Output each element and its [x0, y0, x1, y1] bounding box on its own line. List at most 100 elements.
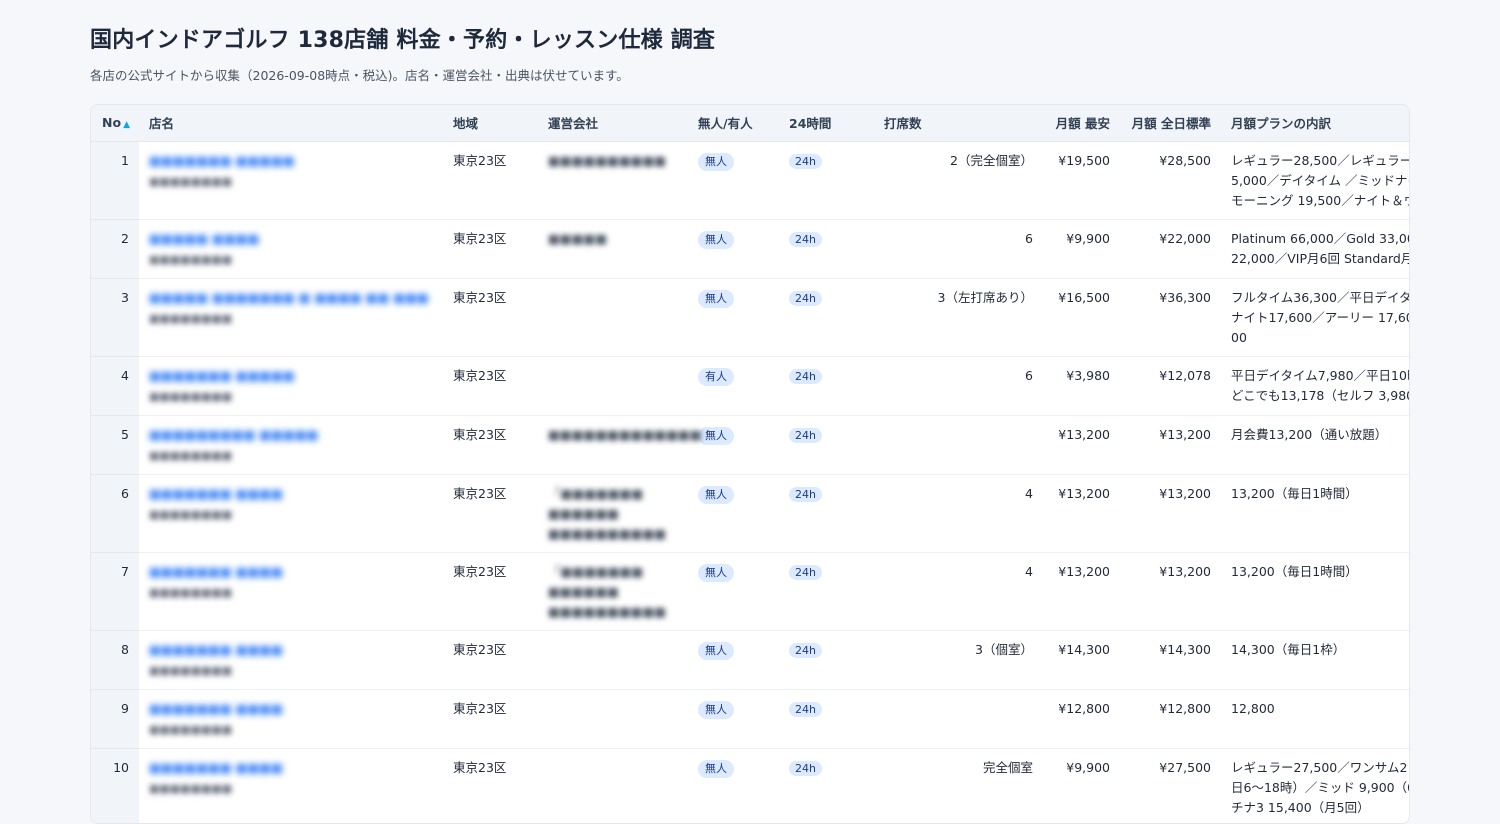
cell-area: 東京23区 [443, 415, 538, 475]
column-header-min-price[interactable]: 月額 最安 [1043, 105, 1120, 142]
cell-std-price: ¥14,300 [1120, 630, 1221, 690]
column-header-staff[interactable]: 無人/有人 [688, 105, 779, 142]
table-row[interactable]: 3 ■■■■■ ■■■■■■■ ■ ■■■■ ■■ ■■■ ■■■■■■■■ 東… [91, 278, 1409, 357]
cell-bays: 4 [874, 552, 1043, 631]
table-row[interactable]: 7 ■■■■■■■ ■■■■ ■■■■■■■■ 東京23区 「■■■■■■■ ■… [91, 552, 1409, 631]
cell-no: 8 [91, 630, 139, 690]
column-header-no[interactable]: No ▲ [91, 105, 139, 142]
cell-min-price: ¥14,300 [1043, 630, 1120, 690]
cell-std-price: ¥12,800 [1120, 689, 1221, 749]
table-row[interactable]: 1 ■■■■■■■ ■■■■■ ■■■■■■■■ 東京23区 ■■■■■■■■■… [91, 141, 1409, 220]
staff-badge: 無人 [698, 289, 734, 308]
cell-plans: フルタイム36,300／平日デイタイム ／ミッドナイト17,600／アーリー 1… [1221, 278, 1409, 357]
cell-hours: 24h [779, 356, 874, 416]
cell-bays: 完全個室 [874, 748, 1043, 823]
shop-name-link[interactable]: ■■■■■ ■■■■ [149, 229, 433, 249]
table-header-row: No ▲ 店名 地域 運営会社 無人/有人 24時間 打席数 月額 最安 月額 全… [91, 105, 1409, 142]
cell-operator: 「■■■■■■■ ■■■■■■ ■■■■■■■■■■ [538, 552, 688, 631]
operator-name: 「■■■■■■■ ■■■■■■ [548, 485, 644, 521]
cell-bays [874, 415, 1043, 475]
table-row[interactable]: 2 ■■■■■ ■■■■ ■■■■■■■■ 東京23区 ■■■■■ 無人 24h… [91, 219, 1409, 279]
shop-name-link[interactable]: ■■■■■■■ ■■■■ [149, 758, 433, 778]
cell-bays: 3（個室） [874, 630, 1043, 690]
column-header-plans[interactable]: 月額プランの内訳 [1221, 105, 1409, 142]
shop-subtext: ■■■■■■■■ [149, 252, 233, 266]
staff-badge: 無人 [698, 426, 734, 445]
cell-hours: 24h [779, 474, 874, 553]
column-header-no-label: No [102, 115, 122, 131]
shop-name-link[interactable]: ■■■■■■■ ■■■■ [149, 484, 433, 504]
shop-name-link[interactable]: ■■■■■■■ ■■■■ [149, 699, 433, 719]
shop-name-link[interactable]: ■■■■■■■ ■■■■■ [149, 366, 433, 386]
table-row[interactable]: 8 ■■■■■■■ ■■■■ ■■■■■■■■ 東京23区 無人 24h 3（個… [91, 630, 1409, 690]
cell-hours: 24h [779, 748, 874, 823]
shop-subtext: ■■■■■■■■ [149, 585, 233, 599]
page-title: 国内インドアゴルフ 138店舗 料金・予約・レッスン仕様 調査 [90, 28, 716, 53]
cell-plans: 平日デイタイム7,980／平日10時〜 12,078／どこでも13,178（セル… [1221, 356, 1409, 416]
cell-staff: 無人 [688, 415, 779, 475]
cell-hours: 24h [779, 415, 874, 475]
cell-staff: 無人 [688, 141, 779, 220]
cell-no: 9 [91, 689, 139, 749]
cell-operator [538, 748, 688, 823]
staff-badge: 無人 [698, 230, 734, 249]
operator-name: ■■■■■■■■■■■■■ [548, 426, 702, 442]
cell-std-price: ¥12,078 [1120, 356, 1221, 416]
shop-name-link[interactable]: ■■■■■ ■■■■■■■ ■ ■■■■ ■■ ■■■ [149, 288, 433, 308]
operator-name: 「■■■■■■■ ■■■■■■ [548, 563, 644, 599]
cell-min-price: ¥9,900 [1043, 219, 1120, 279]
hours-badge: 24h [789, 486, 822, 502]
cell-std-price: ¥28,500 [1120, 141, 1221, 220]
cell-name: ■■■■■■■ ■■■■ ■■■■■■■■ [139, 552, 443, 631]
cell-staff: 無人 [688, 689, 779, 749]
hours-badge: 24h [789, 427, 822, 443]
table-row[interactable]: 9 ■■■■■■■ ■■■■ ■■■■■■■■ 東京23区 無人 24h ¥12… [91, 689, 1409, 749]
staff-badge: 無人 [698, 759, 734, 778]
survey-table-container[interactable]: No ▲ 店名 地域 運営会社 無人/有人 24時間 打席数 月額 最安 月額 全… [90, 104, 1410, 824]
cell-area: 東京23区 [443, 474, 538, 553]
hours-badge: 24h [789, 290, 822, 306]
cell-area: 東京23区 [443, 689, 538, 749]
shop-name-link[interactable]: ■■■■■■■ ■■■■■ [149, 151, 433, 171]
cell-min-price: ¥3,980 [1043, 356, 1120, 416]
cell-min-price: ¥19,500 [1043, 141, 1120, 220]
cell-name: ■■■■■■■ ■■■■■ ■■■■■■■■ [139, 141, 443, 220]
column-header-std-price[interactable]: 月額 全日標準 [1120, 105, 1221, 142]
cell-name: ■■■■■ ■■■■■■■ ■ ■■■■ ■■ ■■■ ■■■■■■■■ [139, 278, 443, 357]
table-row[interactable]: 6 ■■■■■■■ ■■■■ ■■■■■■■■ 東京23区 「■■■■■■■ ■… [91, 474, 1409, 553]
shop-name-link[interactable]: ■■■■■■■ ■■■■ [149, 562, 433, 582]
cell-name: ■■■■■■■ ■■■■■ ■■■■■■■■ [139, 356, 443, 416]
staff-badge: 無人 [698, 563, 734, 582]
cell-hours: 24h [779, 630, 874, 690]
column-header-hours[interactable]: 24時間 [779, 105, 874, 142]
cell-hours: 24h [779, 552, 874, 631]
hours-badge: 24h [789, 153, 822, 169]
shop-name-link[interactable]: ■■■■■■■■■ ■■■■■ [149, 425, 433, 445]
cell-bays: 2（完全個室） [874, 141, 1043, 220]
operator-name: ■■■■■ [548, 230, 608, 246]
cell-staff: 無人 [688, 552, 779, 631]
cell-name: ■■■■■ ■■■■ ■■■■■■■■ [139, 219, 443, 279]
table-row[interactable]: 10 ■■■■■■■ ■■■■ ■■■■■■■■ 東京23区 無人 24h 完全… [91, 748, 1409, 823]
column-header-area[interactable]: 地域 [443, 105, 538, 142]
column-header-bays[interactable]: 打席数 [874, 105, 1043, 142]
cell-plans: 13,200（毎日1時間） [1221, 474, 1409, 553]
cell-area: 東京23区 [443, 630, 538, 690]
cell-min-price: ¥13,200 [1043, 552, 1120, 631]
cell-area: 東京23区 [443, 552, 538, 631]
cell-plans: 12,800 [1221, 689, 1409, 749]
table-row[interactable]: 5 ■■■■■■■■■ ■■■■■ ■■■■■■■■ 東京23区 ■■■■■■■… [91, 415, 1409, 475]
cell-hours: 24h [779, 141, 874, 220]
operator-name-line2: ■■■■■■■■■■ [548, 603, 667, 619]
cell-std-price: ¥13,200 [1120, 415, 1221, 475]
cell-operator: ■■■■■■■■■■ [538, 141, 688, 220]
cell-plans: 13,200（毎日1時間） [1221, 552, 1409, 631]
column-header-name[interactable]: 店名 [139, 105, 443, 142]
column-header-operator[interactable]: 運営会社 [538, 105, 688, 142]
cell-bays: 6 [874, 356, 1043, 416]
cell-operator: ■■■■■ [538, 219, 688, 279]
survey-table: No ▲ 店名 地域 運営会社 無人/有人 24時間 打席数 月額 最安 月額 全… [91, 105, 1409, 823]
table-row[interactable]: 4 ■■■■■■■ ■■■■■ ■■■■■■■■ 東京23区 有人 24h 6 … [91, 356, 1409, 416]
shop-name-link[interactable]: ■■■■■■■ ■■■■ [149, 640, 433, 660]
sort-ascending-icon[interactable]: ▲ [123, 120, 130, 130]
